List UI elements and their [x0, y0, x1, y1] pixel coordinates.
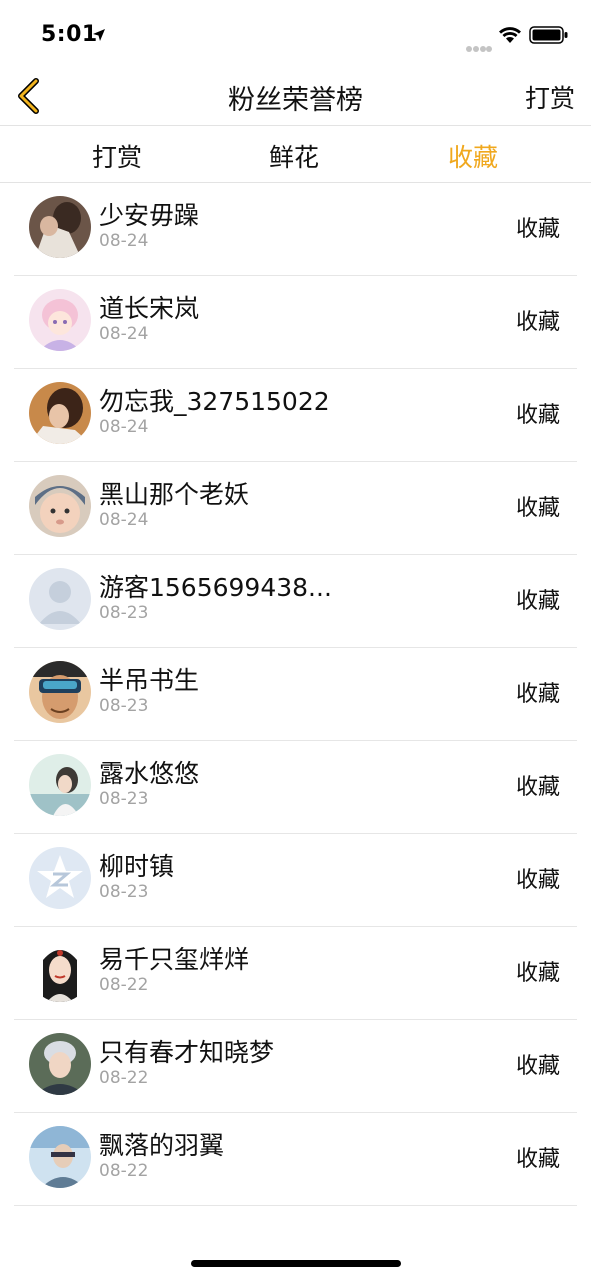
list-item[interactable]: 易千只玺烊烊 08-22 收藏	[0, 927, 591, 1020]
list-item[interactable]: 只有春才知晓梦 08-22 收藏	[0, 1020, 591, 1113]
fan-action-label: 收藏	[515, 403, 560, 428]
list-item[interactable]: 露水悠悠 08-23 收藏	[0, 741, 591, 834]
fan-name: 勿忘我_327515022	[99, 387, 330, 416]
avatar	[29, 196, 91, 258]
fan-date: 08-24	[99, 231, 149, 251]
tab-tips[interactable]: 打赏	[57, 138, 177, 174]
fan-name: 柳时镇	[99, 852, 175, 881]
fan-date: 08-24	[99, 417, 149, 437]
fan-list: 少安毋躁 08-24 收藏 道长宋岚 08-24 收藏 勿忘我_32751502…	[0, 183, 591, 1206]
fan-date: 08-22	[99, 1068, 149, 1088]
tab-favorites[interactable]: 收藏	[413, 138, 533, 174]
nav-bar: 粉丝荣誉榜 打赏	[0, 70, 591, 126]
list-item[interactable]: 半吊书生 08-23 收藏	[0, 648, 591, 741]
fan-date: 08-22	[99, 1161, 149, 1181]
list-item[interactable]: 道长宋岚 08-24 收藏	[0, 276, 591, 369]
fan-date: 08-23	[99, 789, 149, 809]
fan-action-label: 收藏	[515, 1147, 560, 1172]
fan-name: 易千只玺烊烊	[99, 945, 250, 974]
home-indicator[interactable]	[191, 1260, 401, 1267]
fan-name: 少安毋躁	[99, 201, 200, 230]
avatar	[29, 1033, 91, 1095]
location-arrow-icon	[92, 27, 106, 46]
fan-name: 半吊书生	[99, 666, 200, 695]
fan-action-label: 收藏	[515, 310, 560, 335]
tab-flowers[interactable]: 鲜花	[234, 138, 354, 174]
fan-date: 08-24	[99, 324, 149, 344]
fan-name: 黑山那个老妖	[99, 480, 250, 509]
avatar	[29, 289, 91, 351]
fan-action-label: 收藏	[515, 682, 560, 707]
list-item[interactable]: 黑山那个老妖 08-24 收藏	[0, 462, 591, 555]
avatar	[29, 847, 91, 909]
fan-action-label: 收藏	[515, 589, 560, 614]
avatar	[29, 475, 91, 537]
avatar	[29, 754, 91, 816]
fan-action-label: 收藏	[515, 961, 560, 986]
fan-name: 只有春才知晓梦	[99, 1038, 275, 1067]
fan-action-label: 收藏	[515, 775, 560, 800]
avatar	[29, 382, 91, 444]
wifi-icon	[498, 26, 522, 48]
avatar	[29, 1126, 91, 1188]
fan-name: 飘落的羽翼	[99, 1131, 225, 1160]
avatar	[29, 940, 91, 1002]
battery-icon	[529, 26, 569, 48]
cellular-signal-icon	[466, 38, 492, 57]
list-item[interactable]: 柳时镇 08-23 收藏	[0, 834, 591, 927]
fan-date: 08-23	[99, 696, 149, 716]
tab-bar: 打赏 鲜花 收藏	[0, 126, 591, 183]
page-title: 粉丝荣誉榜	[228, 85, 363, 116]
list-item[interactable]: 勿忘我_327515022 08-24 收藏	[0, 369, 591, 462]
fan-date: 08-24	[99, 510, 149, 530]
status-time: 5:01	[41, 22, 98, 47]
fan-date: 08-22	[99, 975, 149, 995]
fan-name: 道长宋岚	[99, 294, 200, 323]
fan-action-label: 收藏	[515, 1054, 560, 1079]
fan-name: 露水悠悠	[99, 759, 200, 788]
fan-action-label: 收藏	[515, 217, 560, 242]
fan-date: 08-23	[99, 882, 149, 902]
fan-name: 游客1565699438...	[99, 573, 332, 602]
list-item[interactable]: 游客1565699438... 08-23 收藏	[0, 555, 591, 648]
tip-button[interactable]: 打赏	[525, 79, 575, 115]
avatar	[29, 661, 91, 723]
status-bar: 5:01	[0, 0, 591, 70]
list-item[interactable]: 飘落的羽翼 08-22 收藏	[0, 1113, 591, 1206]
list-item[interactable]: 少安毋躁 08-24 收藏	[0, 183, 591, 276]
fan-action-label: 收藏	[515, 496, 560, 521]
avatar	[29, 568, 91, 630]
fan-date: 08-23	[99, 603, 149, 623]
fan-action-label: 收藏	[515, 868, 560, 893]
